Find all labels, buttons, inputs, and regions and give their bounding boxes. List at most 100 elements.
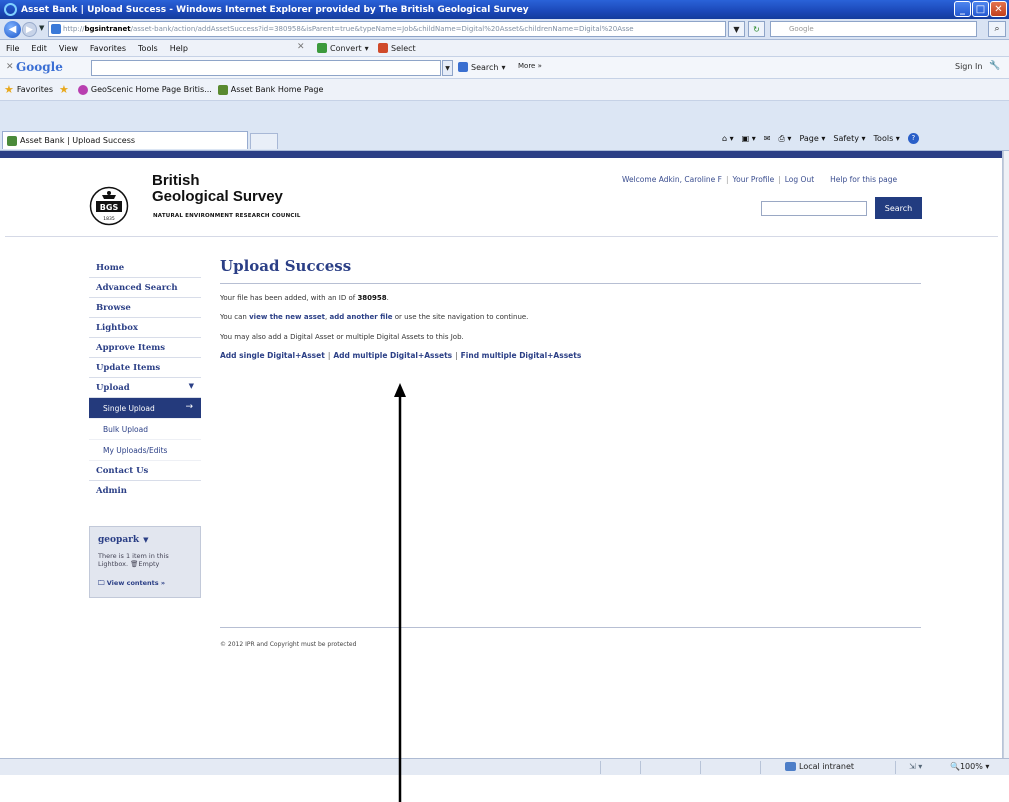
wrench-icon[interactable]: 🔧 <box>989 61 1000 71</box>
site-search-input[interactable] <box>761 201 867 216</box>
footer-divider <box>220 627 921 628</box>
convert-button[interactable]: Convert ▾ <box>317 43 369 53</box>
add-favorite-icon[interactable]: ★ <box>59 83 72 96</box>
new-tab-button[interactable] <box>250 133 278 149</box>
nav-admin[interactable]: Admin <box>89 481 201 501</box>
copyright-notice: © 2012 IPR and Copyright must be protect… <box>220 641 357 648</box>
nav-contact-us[interactable]: Contact Us <box>89 461 201 481</box>
print-icon[interactable]: ⎙ ▾ <box>778 134 791 144</box>
sign-in-button[interactable]: Sign In <box>955 62 982 71</box>
menu-favorites[interactable]: Favorites <box>84 44 132 53</box>
view-new-asset-link[interactable]: view the new asset <box>249 313 325 321</box>
menu-file[interactable]: File <box>0 44 25 53</box>
favorite-link-asset-bank[interactable]: Asset Bank Home Page <box>217 84 324 95</box>
favorite-label: Asset Bank Home Page <box>230 85 324 94</box>
refresh-icon[interactable]: ↻ <box>748 21 765 37</box>
tab-asset-bank[interactable]: Asset Bank | Upload Success <box>2 131 248 149</box>
zoom-control[interactable]: 🔍100% ▾ <box>950 762 989 771</box>
page-icon <box>51 24 61 34</box>
menu-help[interactable]: Help <box>164 44 194 53</box>
site-search-button[interactable]: Search <box>875 197 922 219</box>
lightbox-selector[interactable]: geopark ▼ <box>98 535 149 545</box>
nav-upload[interactable]: Upload ▼ <box>89 378 201 398</box>
status-bar: Local intranet ⇲ ▾ 🔍100% ▾ <box>0 758 1009 775</box>
tab-bar: Asset Bank | Upload Success ⌂ ▾ ▣ ▾ ✉ ⎙ … <box>0 101 1009 151</box>
close-button[interactable]: ✕ <box>990 1 1007 17</box>
title-bar: Asset Bank | Upload Success - Windows In… <box>0 0 1009 19</box>
favorite-link-geoscenic[interactable]: GeoScenic Home Page Britis... <box>77 84 212 95</box>
tools-label: Tools <box>873 134 894 143</box>
brand-name-line2: Geological Survey <box>152 188 283 205</box>
read-mail-icon[interactable]: ✉ <box>764 134 771 143</box>
forward-button[interactable]: ▶ <box>22 22 37 37</box>
menu-view[interactable]: View <box>53 44 84 53</box>
success-text: Your file has been added, with an ID of <box>220 294 356 302</box>
nav-my-uploads[interactable]: My Uploads/Edits <box>89 440 201 461</box>
select-button[interactable]: Select <box>378 43 416 53</box>
nav-update-items[interactable]: Update Items <box>89 358 201 378</box>
empty-lightbox-button[interactable]: 🗑Empty <box>130 560 159 568</box>
google-logo: Google <box>16 60 63 74</box>
log-out-link[interactable]: Log Out <box>785 175 814 184</box>
nav-approve-items[interactable]: Approve Items <box>89 338 201 358</box>
feeds-icon[interactable]: ▣ ▾ <box>742 134 756 143</box>
url-path: /asset-bank/action/addAssetSuccess?id=38… <box>130 25 634 33</box>
menu-bar: File Edit View Favorites Tools Help ✕ Co… <box>0 40 1009 57</box>
live-search-input[interactable]: Google <box>770 21 977 37</box>
add-another-file-link[interactable]: add another file <box>330 313 393 321</box>
find-multiple-digital-assets-link[interactable]: Find multiple Digital+Assets <box>461 351 582 360</box>
safety-menu[interactable]: Safety ▾ <box>833 134 865 143</box>
command-bar: ⌂ ▾ ▣ ▾ ✉ ⎙ ▾ Page ▾ Safety ▾ Tools ▾ ? <box>722 133 919 144</box>
user-links: Welcome Adkin, Caroline F | Your Profile | L… <box>622 175 897 184</box>
view-contents-link[interactable]: 🗀 View contents » <box>98 579 165 590</box>
address-input[interactable]: http://bgsintranet/asset-bank/action/add… <box>48 21 726 37</box>
status-divider <box>700 761 701 774</box>
help-icon[interactable]: ? <box>907 133 919 144</box>
favorites-button[interactable]: ★ Favorites <box>4 83 53 96</box>
page-menu[interactable]: Page ▾ <box>799 134 825 143</box>
maximize-button[interactable]: □ <box>972 1 989 17</box>
home-icon[interactable]: ⌂ ▾ <box>722 134 734 143</box>
add-single-digital-asset-link[interactable]: Add single Digital+Asset <box>220 351 325 360</box>
job-message: You may also add a Digital Asset or mult… <box>220 333 464 341</box>
nav-advanced-search[interactable]: Advanced Search <box>89 278 201 298</box>
window-title: Asset Bank | Upload Success - Windows In… <box>21 4 529 15</box>
next-steps-prefix: You can <box>220 313 247 321</box>
search-go-icon[interactable]: ⌕ <box>988 21 1006 37</box>
separator: | <box>725 175 729 184</box>
security-zone[interactable]: Local intranet <box>785 762 854 771</box>
intranet-icon <box>785 762 796 771</box>
nav-single-upload[interactable]: Single Upload → <box>89 398 201 419</box>
close-toolbar-icon[interactable]: ✕ <box>297 42 305 52</box>
url-prefix: http:// <box>63 25 85 33</box>
tab-label: Asset Bank | Upload Success <box>20 136 136 145</box>
address-dropdown-icon[interactable]: ▼ <box>728 21 745 37</box>
history-dropdown-icon[interactable]: ▼ <box>39 24 44 32</box>
google-search-button[interactable]: Search ▾ <box>458 62 506 72</box>
nav-home[interactable]: Home <box>89 258 201 278</box>
tools-menu[interactable]: Tools ▾ <box>874 134 900 143</box>
comma: , <box>325 313 328 321</box>
nav-browse[interactable]: Browse <box>89 298 201 318</box>
back-button[interactable]: ◀ <box>4 21 21 38</box>
vertical-scrollbar[interactable] <box>1003 151 1009 758</box>
protected-mode-icon[interactable]: ⇲ ▾ <box>909 762 922 771</box>
google-more-button[interactable]: More » <box>518 62 542 70</box>
nav-bulk-upload[interactable]: Bulk Upload <box>89 419 201 440</box>
menu-edit[interactable]: Edit <box>25 44 53 53</box>
view-contents-label: View contents » <box>106 579 166 587</box>
your-profile-link[interactable]: Your Profile <box>733 175 775 184</box>
next-steps-message: You can view the new asset, add another … <box>220 313 528 321</box>
google-dropdown-icon[interactable]: ▼ <box>442 60 453 76</box>
minimize-button[interactable]: _ <box>954 1 971 17</box>
add-multiple-digital-assets-link[interactable]: Add multiple Digital+Assets <box>333 351 452 360</box>
help-link[interactable]: Help for this page <box>830 175 897 184</box>
nav-lightbox[interactable]: Lightbox <box>89 318 201 338</box>
select-icon <box>378 43 388 53</box>
google-search-input[interactable] <box>91 60 441 76</box>
search-placeholder: Google <box>789 25 814 33</box>
menu-tools[interactable]: Tools <box>132 44 164 53</box>
asset-bank-icon <box>217 84 228 95</box>
separator: | <box>455 351 458 360</box>
close-google-toolbar-icon[interactable]: ✕ <box>6 62 14 72</box>
